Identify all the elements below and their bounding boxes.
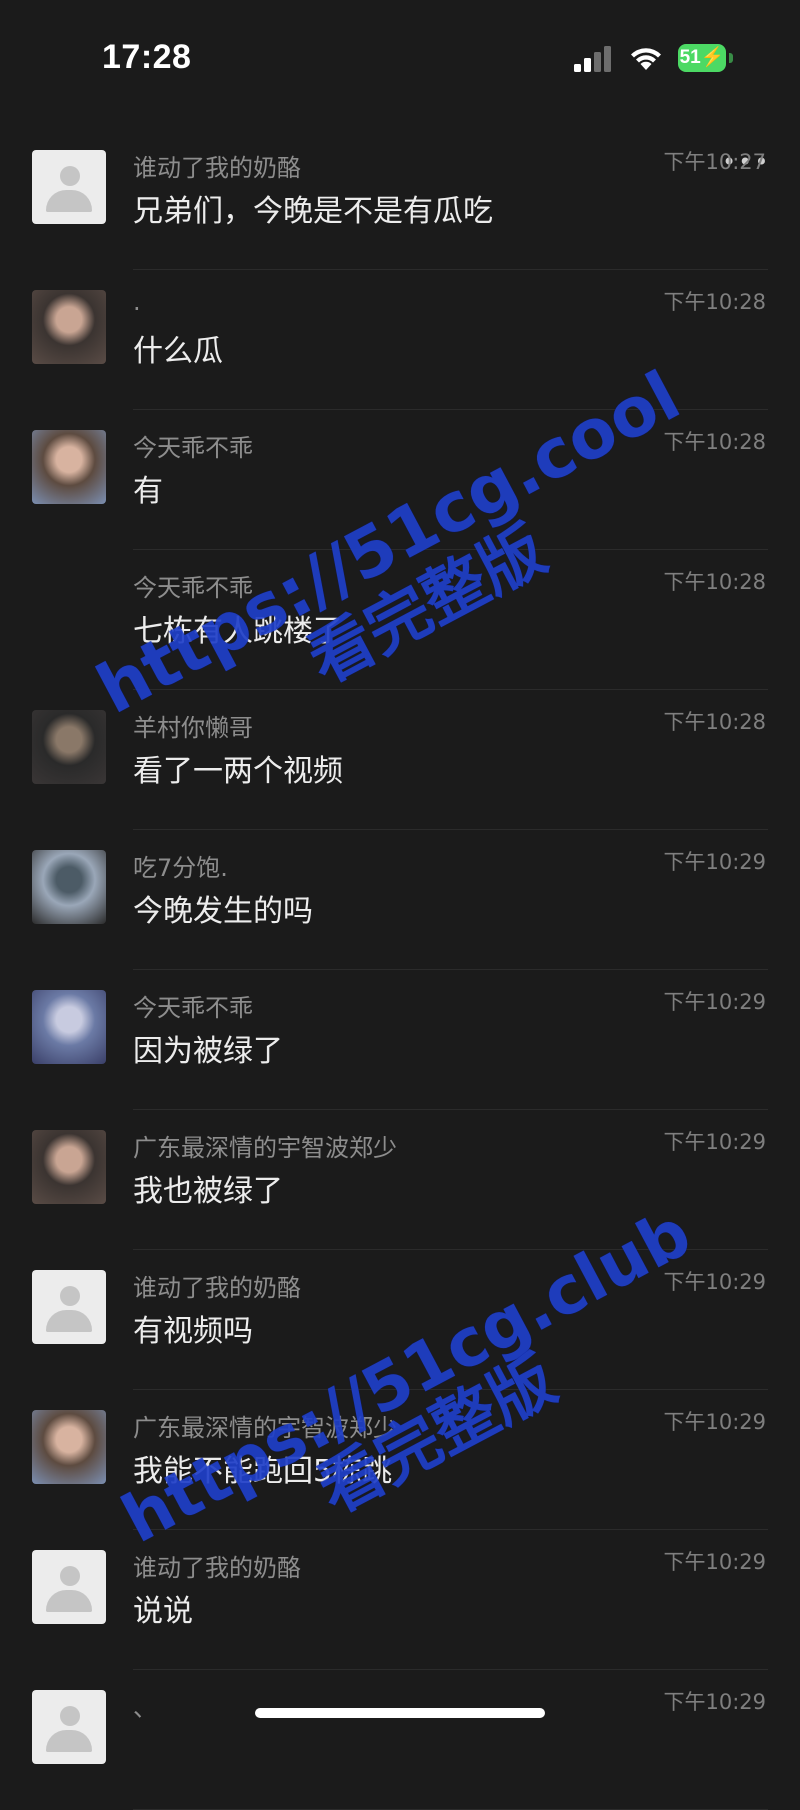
avatar[interactable] xyxy=(32,290,106,364)
sender-name: 今天乖不乖 xyxy=(133,994,253,1022)
sender-name: 谁动了我的奶酪 xyxy=(133,154,301,182)
sender-name: 今天乖不乖 xyxy=(133,434,253,462)
avatar[interactable] xyxy=(32,150,106,224)
message-time: 下午10:28 xyxy=(663,710,766,734)
battery-cap xyxy=(729,53,733,63)
message-time: 下午10:29 xyxy=(663,1690,766,1714)
avatar[interactable] xyxy=(32,710,106,784)
message-time: 下午10:29 xyxy=(663,1410,766,1434)
status-time: 17:28 xyxy=(102,38,192,76)
avatar-placeholder-body xyxy=(46,1730,92,1752)
message-item[interactable]: 、 下午10:29 xyxy=(0,1670,800,1810)
sender-name: 谁动了我的奶酪 xyxy=(133,1554,301,1582)
avatar-placeholder-icon xyxy=(60,1566,80,1586)
battery-level: 51 xyxy=(679,47,701,68)
message-text: 有视频吗 xyxy=(133,1314,253,1349)
avatar[interactable] xyxy=(32,430,106,504)
message-time: 下午10:29 xyxy=(663,1550,766,1574)
message-text: 有 xyxy=(133,474,163,509)
sender-name: . xyxy=(133,288,141,316)
message-item[interactable]: 今天乖不乖 下午10:29 因为被绿了 xyxy=(0,970,800,1110)
message-item[interactable]: 谁动了我的奶酪 下午10:29 说说 xyxy=(0,1530,800,1670)
sender-name: 、 xyxy=(133,1694,157,1722)
status-bar: 17:28 51⚡ xyxy=(0,0,800,120)
avatar-placeholder-body xyxy=(46,1590,92,1612)
message-time: 下午10:29 xyxy=(663,990,766,1014)
avatar-placeholder-icon xyxy=(60,1706,80,1726)
message-text: 我也被绿了 xyxy=(133,1174,283,1209)
avatar[interactable] xyxy=(32,1130,106,1204)
message-text: 什么瓜 xyxy=(133,334,223,369)
message-text: 说说 xyxy=(133,1594,193,1629)
avatar-placeholder-body xyxy=(46,1310,92,1332)
avatar[interactable] xyxy=(32,1690,106,1764)
message-time: 下午10:27 xyxy=(663,150,766,174)
avatar[interactable] xyxy=(32,1270,106,1344)
wifi-icon xyxy=(631,48,661,70)
message-item[interactable]: . 下午10:28 什么瓜 xyxy=(0,270,800,410)
sender-name: 吃7分饱. xyxy=(133,854,228,882)
home-indicator[interactable] xyxy=(255,1708,545,1718)
message-text: 今晚发生的吗 xyxy=(133,894,313,929)
message-time: 下午10:29 xyxy=(663,850,766,874)
sender-name: 广东最深情的宇智波郑少 xyxy=(133,1134,397,1162)
message-time: 下午10:29 xyxy=(663,1130,766,1154)
message-time: 下午10:28 xyxy=(663,570,766,594)
cellular-signal-icon xyxy=(574,46,611,72)
battery-icon: 51⚡ xyxy=(678,44,726,72)
avatar-placeholder-icon xyxy=(60,166,80,186)
message-text: 兄弟们，今晚是不是有瓜吃 xyxy=(133,194,493,229)
avatar[interactable] xyxy=(32,1410,106,1484)
message-text: 因为被绿了 xyxy=(133,1034,283,1069)
message-time: 下午10:28 xyxy=(663,290,766,314)
message-text: 看了一两个视频 xyxy=(133,754,343,789)
avatar-placeholder-body xyxy=(46,190,92,212)
sender-name: 谁动了我的奶酪 xyxy=(133,1274,301,1302)
avatar[interactable] xyxy=(32,990,106,1064)
message-item[interactable]: 谁动了我的奶酪 下午10:27 兄弟们，今晚是不是有瓜吃 xyxy=(0,130,800,270)
message-item[interactable]: 吃7分饱. 下午10:29 今晚发生的吗 xyxy=(0,830,800,970)
avatar[interactable] xyxy=(32,1550,106,1624)
avatar[interactable] xyxy=(32,850,106,924)
avatar-placeholder-icon xyxy=(60,1286,80,1306)
